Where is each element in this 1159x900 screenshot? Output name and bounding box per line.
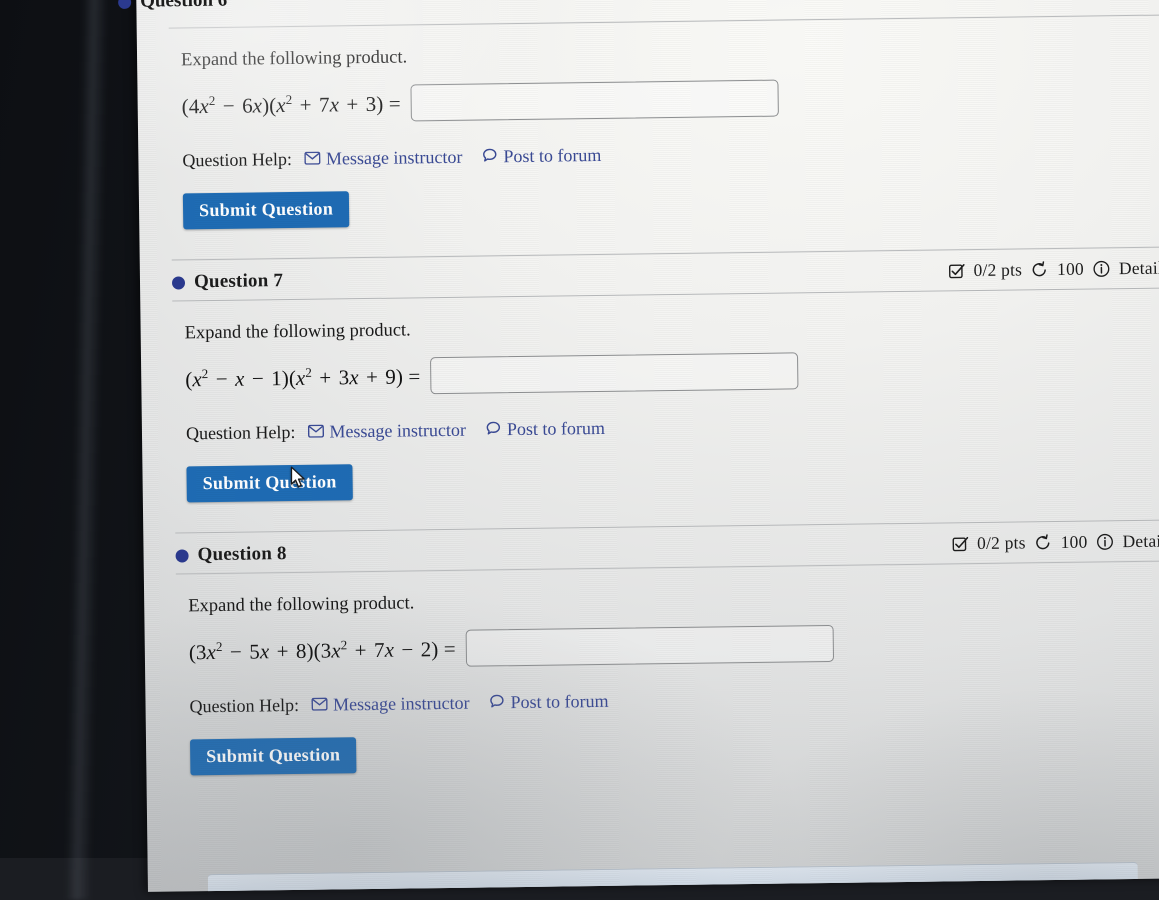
post-to-forum-label-8: Post to forum [510, 690, 609, 713]
retry-arrow-icon [1035, 534, 1052, 551]
question-body-8: Expand the following product. (3x2 − 5x … [176, 561, 1159, 739]
post-to-forum-label-6: Post to forum [503, 144, 602, 167]
checkbox-check-icon [952, 536, 968, 552]
points-text-7: 0/2 pts [973, 259, 1023, 281]
checkbox-check-icon [948, 263, 965, 279]
retry-arrow-icon [1031, 261, 1048, 278]
question-help-label-8: Question Help: [189, 694, 300, 717]
info-circle-icon [1093, 260, 1110, 277]
question-help-label-7: Question Help: [185, 421, 296, 444]
attempts-text-7: 100 [1056, 258, 1085, 279]
info-circle-icon [1096, 533, 1113, 550]
speech-bubble-icon [482, 146, 497, 167]
post-to-forum-link-8[interactable]: Post to forum [489, 690, 609, 714]
message-instructor-label-6: Message instructor [325, 146, 463, 169]
message-instructor-label-7: Message instructor [329, 419, 467, 442]
speech-bubble-icon [486, 419, 501, 440]
submit-question-button-8[interactable]: Submit Question [189, 737, 357, 776]
question-body-7: Expand the following product. (x2 − x − … [172, 288, 1159, 466]
equation-6: (4x2 − 6x)(x2 + 7x + 3) = [181, 91, 401, 118]
next-question-strip [207, 861, 1138, 892]
bezel-highlight [65, 0, 109, 900]
question-label-7: Question 7 [193, 270, 284, 293]
details-link-7[interactable]: Details [1119, 257, 1159, 279]
submit-question-button-6[interactable]: Submit Question [182, 191, 350, 230]
question-prompt-8: Expand the following product. [188, 593, 415, 617]
question-bullet-icon [175, 548, 189, 563]
speech-bubble-icon [489, 692, 504, 713]
equation-row-6: (4x2 − 6x)(x2 + 7x + 3) = [181, 75, 1159, 125]
points-text-8: 0/2 pts [976, 532, 1026, 554]
equation-row-7: (x2 − x − 1)(x2 + 3x + 9) = [185, 347, 1159, 397]
question-label-8: Question 8 [197, 543, 287, 566]
question-help-row-6: Question Help: Message instructor Post t… [182, 138, 1159, 172]
question-title-8: Question 8 [175, 543, 287, 566]
answer-input-8[interactable] [465, 624, 834, 667]
question-prompt-7: Expand the following product. [184, 320, 411, 344]
post-to-forum-link-6[interactable]: Post to forum [482, 145, 601, 168]
equation-row-8: (3x2 − 5x + 8)(3x2 + 7x − 2) = [189, 620, 1159, 670]
question-label-6-cutoff: Question 6 [139, 0, 228, 12]
question-bullet-icon [171, 275, 186, 290]
answer-input-6[interactable] [410, 79, 779, 122]
message-instructor-link-7[interactable]: Message instructor [307, 420, 466, 443]
answer-input-7[interactable] [430, 352, 799, 395]
assignment-page: Question 6 Expand the following product.… [136, 0, 1159, 786]
question-help-label-6: Question Help: [182, 148, 293, 171]
question-help-row-8: Question Help: Message instructor Post t… [189, 683, 1159, 717]
question-body-6: Expand the following product. (4x2 − 6x)… [169, 16, 1159, 194]
question-help-row-7: Question Help: Message instructor Post t… [186, 410, 1159, 444]
screen-surface: Question 6 Expand the following product.… [136, 0, 1159, 892]
submit-question-button-7[interactable]: Submit Question [186, 464, 353, 503]
envelope-icon [303, 149, 320, 170]
message-instructor-link-6[interactable]: Message instructor [303, 146, 463, 170]
post-to-forum-link-7[interactable]: Post to forum [486, 418, 605, 441]
envelope-icon [310, 695, 328, 716]
question-prompt-6: Expand the following product. [180, 47, 408, 71]
message-instructor-link-8[interactable]: Message instructor [310, 692, 470, 716]
question-title-7: Question 7 [171, 270, 284, 293]
details-link-8[interactable]: Details [1122, 530, 1159, 552]
attempts-text-8: 100 [1060, 531, 1088, 552]
envelope-icon [307, 422, 324, 443]
question-meta-8: 0/2 pts 100 Details [952, 530, 1159, 556]
post-to-forum-label-7: Post to forum [506, 417, 606, 440]
question-title-6-cutoff: Question 6 [118, 0, 227, 13]
equation-7: (x2 − x − 1)(x2 + 3x + 9) = [185, 363, 421, 391]
equation-8: (3x2 − 5x + 8)(3x2 + 7x − 2) = [188, 636, 456, 664]
question-meta-7: 0/2 pts 100 Details [948, 257, 1159, 283]
message-instructor-label-8: Message instructor [332, 692, 470, 715]
question-bullet-icon [118, 0, 132, 9]
